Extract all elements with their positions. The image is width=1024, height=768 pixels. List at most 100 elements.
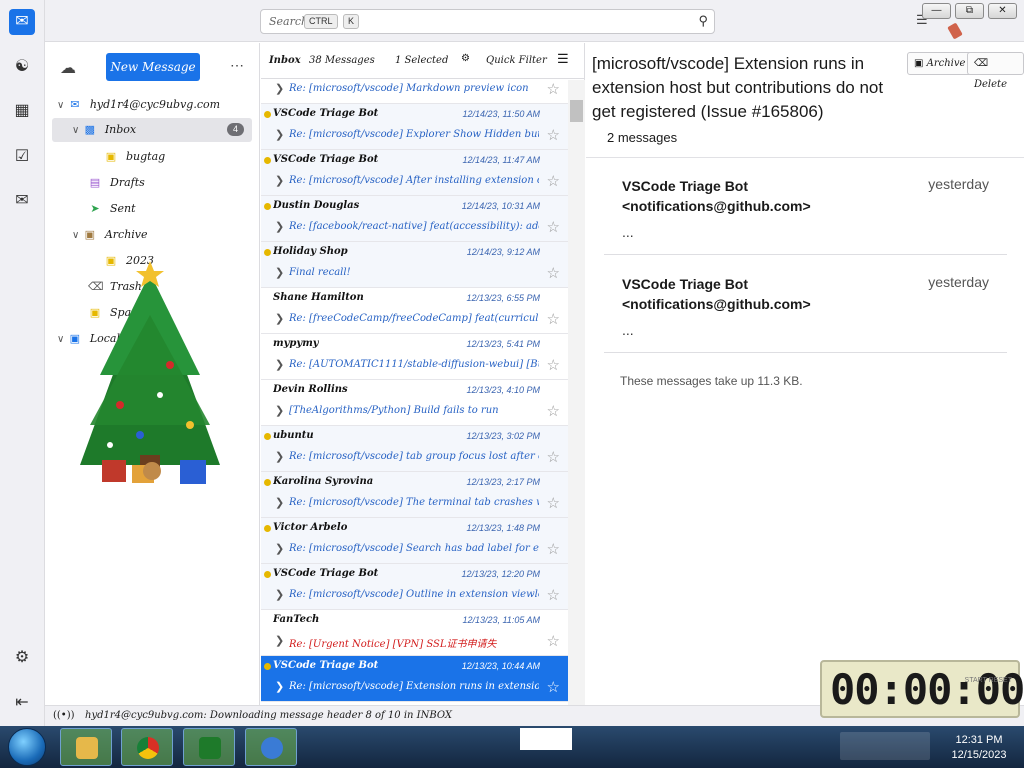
message-row[interactable]: ubuntu 12/13/23, 3:02 PM ❯ Re: [microsoft/v… <box>261 426 568 472</box>
star-icon[interactable]: ☆ <box>547 310 560 328</box>
star-icon[interactable]: ☆ <box>547 218 560 236</box>
message-card[interactable]: VSCode Triage Bot <notifications@github.… <box>604 274 1007 353</box>
star-icon[interactable]: ☆ <box>547 264 560 282</box>
address-book-icon[interactable]: ☯ <box>9 54 35 80</box>
search-bar[interactable]: Search... CTRL K ⚲ <box>260 9 715 34</box>
activity-icon[interactable]: ((•)) <box>53 706 75 726</box>
star-icon[interactable]: ☆ <box>547 356 560 374</box>
gear-icon[interactable]: ⚙ <box>9 645 35 671</box>
message-date: 12/13/23, 6:55 PM <box>466 293 540 303</box>
chevron-right-icon[interactable]: ❯ <box>275 496 284 509</box>
clock-date: 12/15/2023 <box>951 749 1007 761</box>
archive-button[interactable]: ▣ Archive <box>907 52 973 75</box>
chevron-right-icon[interactable]: ❯ <box>275 266 284 279</box>
folder-inbox[interactable]: ∨ ▩ Inbox 4 <box>52 118 252 142</box>
shortcut-key: K <box>343 14 360 29</box>
message-date: 12/14/23, 9:12 AM <box>466 247 540 257</box>
message-subject-line: Re: [freeCodeCamp/freeCodeCamp] feat(cur… <box>289 313 539 324</box>
search-icon[interactable]: ⚲ <box>698 13 708 29</box>
clock-time: 12:31 PM <box>955 734 1003 746</box>
message-date: 12/13/23, 12:20 PM <box>461 569 540 579</box>
system-tray[interactable] <box>840 732 930 760</box>
chevron-right-icon[interactable]: ❯ <box>275 542 284 555</box>
star-icon[interactable]: ☆ <box>547 586 560 604</box>
message-row[interactable]: ❯ Re: [microsoft/vscode] Markdown preview… <box>261 58 568 104</box>
get-messages-icon[interactable]: ☁ <box>60 58 76 78</box>
star-icon[interactable]: ☆ <box>547 126 560 144</box>
chevron-right-icon[interactable]: ❯ <box>275 82 284 95</box>
message-row[interactable]: VSCode Triage Bot 12/14/23, 11:50 AM ❯ Re: … <box>261 104 568 150</box>
message-date: 12/13/23, 10:44 AM <box>461 661 540 671</box>
chevron-right-icon[interactable]: ❯ <box>275 174 284 187</box>
chevron-right-icon[interactable]: ❯ <box>275 358 284 371</box>
message-row[interactable]: Karolina Syrovina 12/13/23, 2:17 PM ❯ Re: [… <box>261 472 568 518</box>
calendar-icon[interactable]: ▦ <box>9 98 35 124</box>
message-subject-line: Re: [microsoft/vscode] After installing … <box>289 175 539 186</box>
tasks-icon[interactable]: ☑ <box>9 144 35 170</box>
delete-button[interactable]: ⌫ Delete <box>967 52 1024 90</box>
tree-icon <box>199 737 221 759</box>
message-row[interactable]: mypymy 12/13/23, 5:41 PM ❯ Re: [AUTOMATIC11… <box>261 334 568 380</box>
folder-sent[interactable]: ➤ Sent <box>88 198 135 220</box>
stopwatch-label[interactable]: START RESET <box>965 676 1012 685</box>
folder-drafts[interactable]: ▤ Drafts <box>88 172 145 194</box>
folder-archive[interactable]: ∨ ▣ Archive <box>72 224 148 246</box>
message-row[interactable]: VSCode Triage Bot 12/13/23, 12:20 PM ❯ Re: … <box>261 564 568 610</box>
message-row[interactable]: VSCode Triage Bot 12/14/23, 11:47 AM ❯ Re: … <box>261 150 568 196</box>
restore-button[interactable]: ⧉ <box>955 3 984 19</box>
message-row[interactable]: Victor Arbelo 12/13/23, 1:48 PM ❯ Re: [micr… <box>261 518 568 564</box>
message-sender: VSCode Triage Bot <box>273 108 379 119</box>
taskbar-chrome[interactable] <box>121 728 173 766</box>
minimize-button[interactable]: — <box>922 3 951 19</box>
stopwatch-widget[interactable]: 00:00:00 START RESET <box>820 660 1024 718</box>
folder-bugtag[interactable]: ▣ bugtag <box>104 146 165 168</box>
new-message-button[interactable]: New Message <box>106 53 200 81</box>
account-icon: ✉ <box>70 98 80 111</box>
taskbar-explorer[interactable] <box>60 728 112 766</box>
star-icon[interactable]: ☆ <box>547 80 560 98</box>
star-icon[interactable]: ☆ <box>547 540 560 558</box>
unread-dot <box>264 571 271 578</box>
taskbar-tree[interactable] <box>183 728 235 766</box>
message-subject-line: Re: [microsoft/vscode] The terminal tab … <box>289 497 539 508</box>
status-text: hyd1r4@cyc9ubvg.com: Downloading message… <box>85 710 453 721</box>
message-date: 12/13/23, 11:05 AM <box>462 615 540 625</box>
message-row[interactable]: Shane Hamilton 12/13/23, 6:55 PM ❯ Re: [fre… <box>261 288 568 334</box>
chevron-right-icon[interactable]: ❯ <box>275 220 284 233</box>
message-row[interactable]: Holiday Shop 12/14/23, 9:12 AM ❯ Final reca… <box>261 242 568 288</box>
message-row[interactable]: FanTech 12/13/23, 11:05 AM ❯ Re: [Urgent No… <box>261 610 568 656</box>
scrollbar[interactable] <box>568 80 585 705</box>
chevron-right-icon[interactable]: ❯ <box>275 312 284 325</box>
chevron-right-icon[interactable]: ❯ <box>275 128 284 141</box>
close-button[interactable]: ✕ <box>988 3 1017 19</box>
star-icon[interactable]: ☆ <box>547 172 560 190</box>
taskbar-thunderbird[interactable] <box>245 728 297 766</box>
stopwatch-display: 00:00:00 <box>830 665 1024 714</box>
chevron-right-icon[interactable]: ❯ <box>275 588 284 601</box>
message-row[interactable]: VSCode Triage Bot 12/13/23, 10:44 AM ❯ Re: … <box>261 656 568 702</box>
star-icon[interactable]: ☆ <box>547 448 560 466</box>
collapse-icon[interactable]: ⇤ <box>9 690 35 716</box>
star-icon[interactable]: ☆ <box>547 678 560 696</box>
clock[interactable]: 12:31 PM 12/15/2023 <box>944 733 1014 763</box>
scrollbar-thumb[interactable] <box>570 100 583 122</box>
start-button[interactable] <box>8 728 46 766</box>
message-date: 12/13/23, 3:02 PM <box>466 431 540 441</box>
sender: VSCode Triage Bot <notifications@github.… <box>622 276 811 312</box>
chevron-right-icon[interactable]: ❯ <box>275 404 284 417</box>
message-card[interactable]: VSCode Triage Bot <notifications@github.… <box>604 176 1007 255</box>
star-icon[interactable]: ☆ <box>547 402 560 420</box>
chevron-right-icon[interactable]: ❯ <box>275 680 284 693</box>
chevron-right-icon[interactable]: ❯ <box>275 450 284 463</box>
account-row[interactable]: ∨ ✉ hyd1r4@cyc9ubvg.com <box>57 94 220 116</box>
message-row[interactable]: Devin Rollins 12/13/23, 4:10 PM ❯ [TheAlgor… <box>261 380 568 426</box>
star-icon[interactable]: ☆ <box>547 494 560 512</box>
message-sender: Holiday Shop <box>273 246 348 257</box>
chat-icon[interactable]: ✉ <box>9 188 35 214</box>
new-message-label: New Message <box>110 60 196 74</box>
star-icon[interactable]: ☆ <box>547 632 560 650</box>
chevron-right-icon[interactable]: ❯ <box>275 634 284 647</box>
message-row[interactable]: Dustin Douglas 12/14/23, 10:31 AM ❯ Re: [fa… <box>261 196 568 242</box>
mail-icon[interactable]: ✉ <box>9 9 35 35</box>
more-icon[interactable]: ⋯ <box>230 57 244 74</box>
